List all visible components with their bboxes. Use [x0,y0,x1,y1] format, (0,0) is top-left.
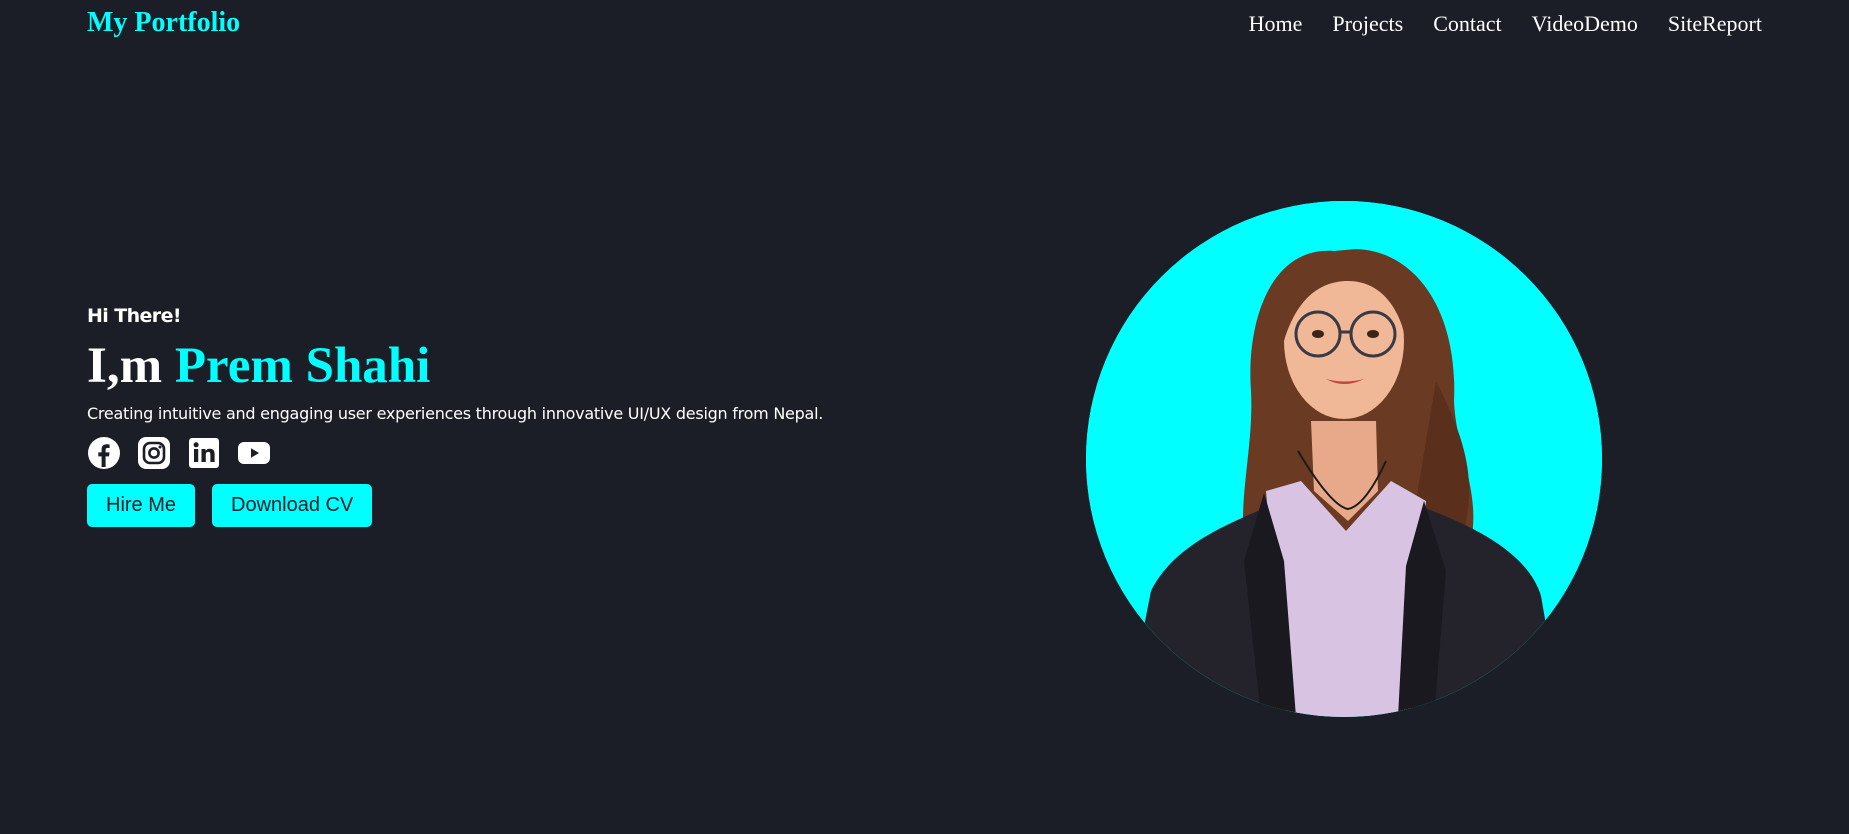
nav-sitereport[interactable]: SiteReport [1668,11,1762,37]
nav-projects[interactable]: Projects [1332,11,1403,37]
hero-heading: I,m Prem Shahi [87,336,823,396]
nav-videodemo[interactable]: VideoDemo [1532,11,1638,37]
hero-intro: I,m [87,338,163,394]
site-logo[interactable]: My Portfolio [87,7,240,39]
hero-section: Hi There! I,m Prem Shahi Creating intuit… [87,305,823,527]
facebook-icon[interactable] [87,436,121,470]
hero-greeting: Hi There! [87,305,182,327]
profile-photo [1086,201,1602,717]
main-nav: Home Projects Contact VideoDemo SiteRepo… [1249,11,1762,37]
nav-contact[interactable]: Contact [1433,11,1501,37]
hero-name: Prem Shahi [174,338,431,394]
linkedin-icon[interactable] [187,436,221,470]
download-cv-button[interactable]: Download CV [212,484,373,527]
social-links [87,433,823,473]
hire-me-button[interactable]: Hire Me [87,484,196,527]
instagram-icon[interactable] [137,436,171,470]
nav-home[interactable]: Home [1249,11,1303,37]
hero-actions: Hire Me Download CV [87,484,823,527]
youtube-icon[interactable] [237,436,271,470]
hero-tagline: Creating intuitive and engaging user exp… [87,404,824,423]
